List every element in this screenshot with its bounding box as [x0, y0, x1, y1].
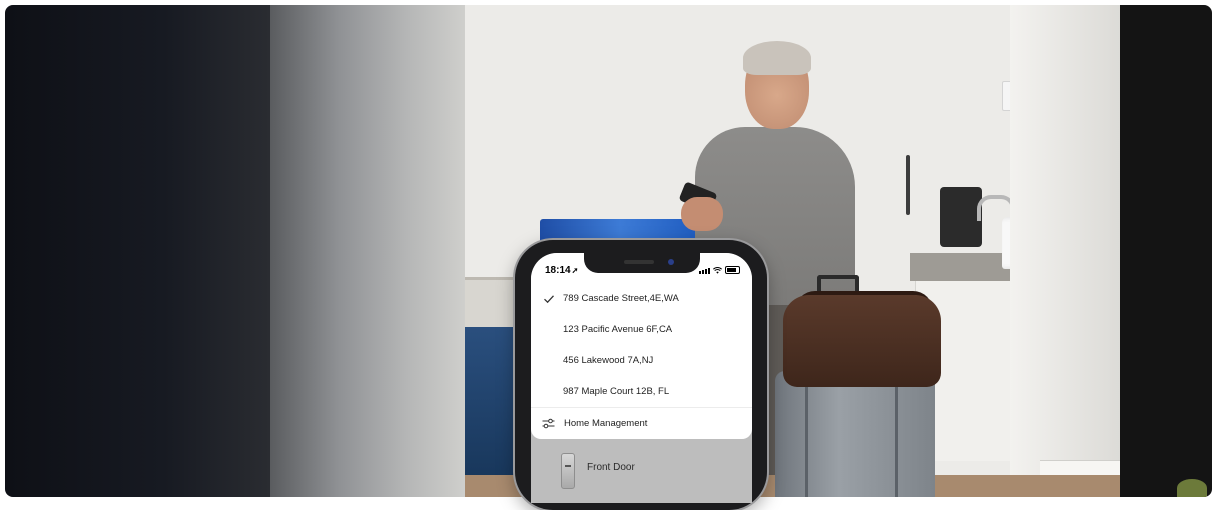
- battery-icon: [725, 266, 740, 274]
- camera-icon: [668, 259, 674, 265]
- home-item-selected[interactable]: 789 Cascade Street,4E,WA: [531, 283, 752, 314]
- home-switcher-menu: 789 Cascade Street,4E,WA 123 Pacific Ave…: [531, 283, 752, 439]
- signal-icon: [699, 268, 710, 274]
- home-address-label: 987 Maple Court 12B, FL: [563, 386, 670, 397]
- suitcase-ridge: [805, 375, 808, 497]
- suitcase: [775, 371, 935, 497]
- door-lock-icon: [561, 453, 575, 489]
- curtain: [270, 5, 465, 497]
- plant: [1177, 479, 1207, 497]
- dark-panel: [1120, 5, 1212, 497]
- home-item[interactable]: 456 Lakewood 7A,NJ: [531, 345, 752, 376]
- status-time: 18:14➚: [545, 265, 579, 276]
- coffee-machine: [940, 187, 982, 247]
- home-management-label: Home Management: [564, 418, 648, 429]
- dark-foreground: [5, 5, 270, 497]
- home-address-label: 123 Pacific Avenue 6F,CA: [563, 324, 673, 335]
- home-item[interactable]: 123 Pacific Avenue 6F,CA: [531, 314, 752, 345]
- home-address-label: 789 Cascade Street,4E,WA: [563, 293, 679, 304]
- person-hair: [743, 41, 811, 75]
- phone-screen: 18:14➚ 789 Cascade Street,4E,WA 123 Paci…: [531, 253, 752, 503]
- home-management-button[interactable]: Home Management: [531, 408, 752, 439]
- wifi-icon: [713, 267, 722, 274]
- device-card-front-door[interactable]: Front Door: [531, 443, 752, 503]
- device-name: Front Door: [587, 462, 635, 473]
- checkmark-icon: [544, 294, 554, 303]
- home-address-label: 456 Lakewood 7A,NJ: [563, 355, 654, 366]
- leather-bag: [783, 295, 941, 387]
- person-hands: [681, 197, 723, 231]
- suitcase-ridge: [895, 375, 898, 497]
- phone-notch: [584, 253, 700, 273]
- location-arrow-icon: ➚: [571, 266, 579, 275]
- sliders-icon: [542, 418, 555, 429]
- wall-pillar: [1010, 5, 1120, 497]
- status-icons: [699, 266, 740, 274]
- home-item[interactable]: 987 Maple Court 12B, FL: [531, 376, 752, 407]
- door-handle: [906, 155, 910, 215]
- speaker-grille: [624, 260, 654, 264]
